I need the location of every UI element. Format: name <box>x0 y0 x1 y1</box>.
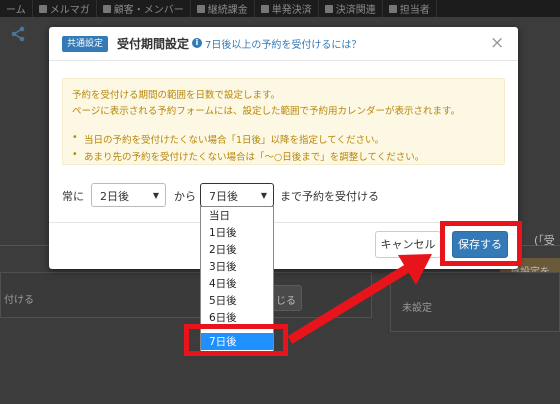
arrow-icon <box>287 254 432 344</box>
